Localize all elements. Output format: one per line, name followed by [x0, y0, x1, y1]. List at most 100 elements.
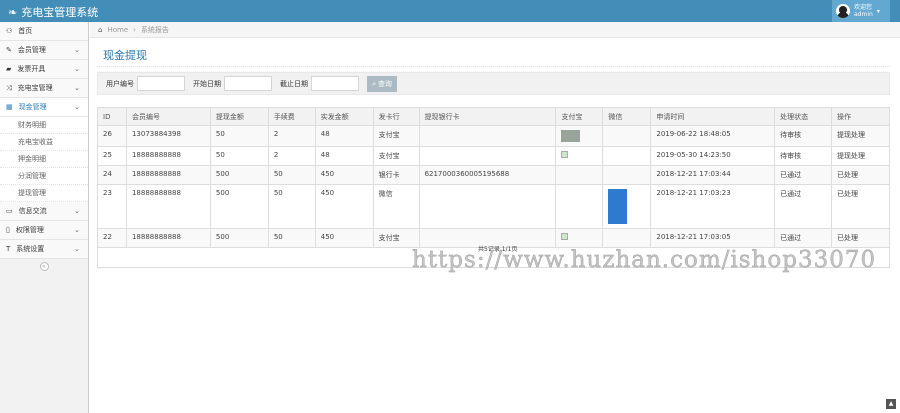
sidebar-item-permissions[interactable]: ▯ 权限管理 ⌄	[0, 221, 88, 240]
column-header: 申请时间	[650, 107, 776, 126]
cell-actual: 450	[314, 184, 374, 229]
table-row: 26 13073884398 50 2 48 支付宝 2019-06-22 18:48:05…	[97, 125, 890, 147]
calendar-icon: ▦	[6, 103, 13, 111]
breadcrumb: ⌂ Home › 系统报告	[90, 22, 900, 38]
double-left-icon: «	[39, 261, 49, 271]
breadcrumb-current: 系统报告	[140, 25, 169, 34]
caret-down-icon: ▾	[876, 7, 880, 15]
chevron-down-icon: ⌄	[74, 103, 80, 111]
cell-time: 2018-12-21 17:03:23	[650, 184, 776, 229]
breadcrumb-home[interactable]: Home	[107, 26, 128, 34]
table-row: 25 18888888888 50 2 48 支付宝 2019-05-30 14:23:50…	[97, 146, 890, 166]
text-icon: T	[6, 245, 11, 253]
table-row: 23 18888888888 500 50 450 微信 2018-12-21 17:03:…	[97, 184, 890, 229]
cell-id: 26	[97, 125, 127, 147]
sidebar-item-cash[interactable]: ▦ 现金管理 ⌄	[0, 98, 88, 117]
column-header: 处理状态	[774, 107, 833, 126]
cell-action: 已处理	[831, 184, 890, 229]
label: 权限管理	[15, 226, 44, 234]
subitem-withdraw[interactable]: 提现管理	[0, 185, 88, 202]
user-menu[interactable]: 欢迎您 admin ▾	[832, 0, 890, 22]
qr-image[interactable]	[561, 233, 569, 240]
cell-action[interactable]: 提现处理	[831, 146, 890, 166]
list-icon: ▭	[6, 207, 13, 215]
cell-bank: 支付宝	[372, 146, 420, 166]
cell-actual: 48	[314, 125, 374, 147]
cell-alipay-qr	[555, 184, 604, 229]
user-id-label: 用户编号	[106, 79, 134, 88]
withdraw-table: ID 会员编号 提现金额 手续费 实发金额 发卡行 提现银行卡 支付宝 微信 申请时间 处理状态 操作…	[97, 107, 890, 248]
cell-actual: 48	[314, 146, 374, 166]
search-button[interactable]: ⌕ 查询	[367, 75, 397, 92]
cell-amount: 500	[209, 184, 269, 229]
cell-action: 已处理	[831, 165, 890, 185]
cell-member: 18888888888	[125, 146, 211, 166]
qr-image[interactable]	[561, 130, 581, 142]
sidebar-item-home[interactable]: ⚇ 首页	[0, 22, 88, 41]
label: 会员管理	[17, 46, 46, 54]
scroll-top-button[interactable]: ▲	[886, 399, 896, 409]
username: admin	[854, 11, 873, 18]
start-date-input[interactable]	[224, 76, 272, 91]
sidebar-item-settings[interactable]: T 系统设置 ⌄	[0, 240, 88, 259]
top-navbar: ❧ 充电宝管理系统 欢迎您 admin ▾	[0, 0, 900, 22]
user-id-input[interactable]	[137, 76, 185, 91]
label: 现金管理	[18, 103, 47, 111]
cell-id: 24	[97, 165, 127, 185]
table-row: 24 18888888888 500 50 450 银行卡 6217000360005195…	[97, 165, 890, 185]
cell-fee: 2	[267, 125, 316, 147]
brand[interactable]: ❧ 充电宝管理系统	[8, 4, 98, 20]
cell-wechat-qr	[602, 125, 652, 147]
cell-member: 18888888888	[125, 165, 211, 185]
search-icon: ⌕	[372, 80, 376, 88]
cell-status: 已通过	[774, 184, 833, 229]
column-header: 会员编号	[125, 107, 211, 126]
page-title: 现金提现	[103, 49, 147, 62]
sidebar-item-messages[interactable]: ▭ 信息交流 ⌄	[0, 202, 88, 221]
cell-time: 2018-12-21 17:03:44	[650, 165, 776, 185]
filter-bar: 用户编号 开始日期 截止日期 ⌕ 查询	[97, 72, 890, 95]
sidebar-item-powerbank[interactable]: ⤨ 充电宝管理 ⌄	[0, 79, 88, 98]
cell-wechat-qr	[602, 165, 652, 185]
cell-card	[418, 184, 557, 229]
chevron-down-icon: ⌄	[74, 46, 80, 54]
label: 查询	[377, 80, 392, 88]
cell-id: 23	[97, 184, 127, 229]
subitem-profit[interactable]: 分润管理	[0, 168, 88, 185]
cell-amount: 50	[209, 146, 269, 166]
label: 充电宝管理	[17, 84, 53, 92]
cell-status: 已通过	[774, 165, 833, 185]
divider	[97, 66, 890, 67]
welcome-text: 欢迎您	[854, 4, 873, 11]
cell-action[interactable]: 提现处理	[831, 125, 890, 147]
chevron-down-icon: ⌄	[74, 226, 80, 234]
cell-member: 18888888888	[125, 184, 211, 229]
end-date-label: 截止日期	[280, 79, 308, 88]
cell-bank: 微信	[372, 184, 420, 229]
sidebar-item-invoice[interactable]: ▰ 发票开具 ⌄	[0, 60, 88, 79]
qr-image[interactable]	[608, 189, 628, 224]
column-header: 微信	[602, 107, 652, 126]
cell-member: 13073884398	[125, 125, 211, 147]
edit-icon: ✎	[6, 46, 12, 54]
qr-image[interactable]	[561, 151, 569, 158]
subitem-income[interactable]: 充电宝收益	[0, 134, 88, 151]
end-date-input[interactable]	[311, 76, 359, 91]
cell-wechat-qr	[602, 146, 652, 166]
home-icon: ⌂	[98, 25, 103, 34]
cell-card	[418, 125, 557, 147]
subitem-deposit[interactable]: 押金明细	[0, 151, 88, 168]
column-header: 提现银行卡	[418, 107, 557, 126]
random-icon: ⤨	[6, 83, 12, 92]
sidebar-item-members[interactable]: ✎ 会员管理 ⌄	[0, 41, 88, 60]
cell-card	[418, 146, 557, 166]
app-title: 充电宝管理系统	[21, 6, 99, 19]
cell-amount: 50	[209, 125, 269, 147]
cell-alipay-qr	[555, 165, 604, 185]
label: 信息交流	[18, 207, 47, 215]
subitem-finance[interactable]: 财务明细	[0, 117, 88, 134]
cell-amount: 500	[209, 165, 269, 185]
start-date-label: 开始日期	[193, 79, 221, 88]
sidebar-collapse-button[interactable]: «	[0, 259, 88, 273]
column-header: 操作	[831, 107, 890, 126]
